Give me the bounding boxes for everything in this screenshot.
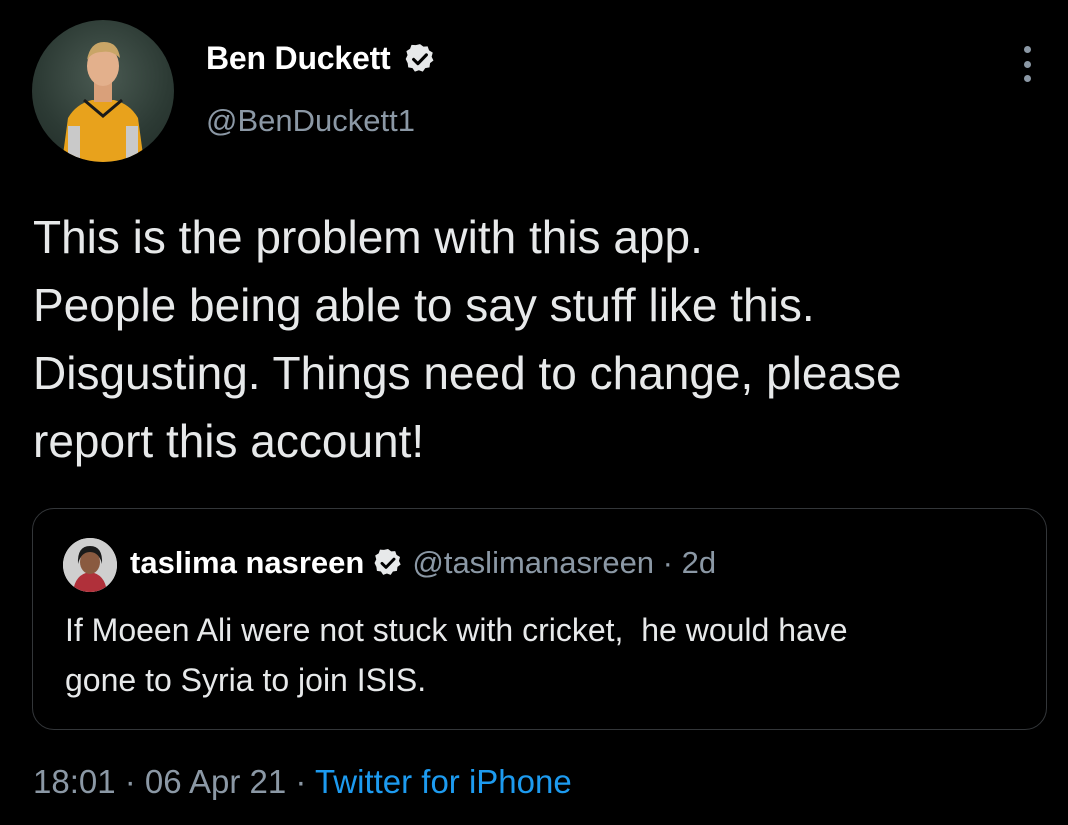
tweet-line: Disgusting. Things need to change, pleas… — [33, 347, 902, 399]
author-handle[interactable]: @BenDuckett1 — [206, 103, 415, 139]
tweet-meta: 18:01 · 06 Apr 21 · Twitter for iPhone — [33, 763, 572, 801]
more-dot — [1023, 46, 1031, 53]
quoted-author-avatar[interactable] — [63, 538, 117, 592]
more-options-icon[interactable] — [1013, 44, 1041, 84]
tweet-time[interactable]: 18:01 — [33, 763, 116, 800]
quoted-tweet-card[interactable]: taslima nasreen @taslimanasreen · 2d If … — [32, 508, 1047, 730]
quoted-handle-text: @taslimanasreen — [412, 545, 655, 580]
quoted-line: If Moeen Ali were not stuck with cricket… — [65, 612, 848, 648]
meta-separator: · — [115, 763, 145, 800]
quoted-line: gone to Syria to join ISIS. — [65, 662, 427, 698]
avatar-image — [62, 42, 144, 162]
quoted-avatar-image — [63, 538, 117, 592]
tweet-line: report this account! — [33, 415, 425, 467]
author-name-row: Ben Duckett — [206, 40, 437, 77]
author-display-name[interactable]: Ben Duckett — [206, 40, 391, 77]
meta-separator: · — [286, 763, 315, 800]
quoted-separator: · — [654, 545, 682, 580]
verified-badge-icon — [403, 42, 437, 76]
quoted-display-name[interactable]: taslima nasreen — [130, 545, 364, 581]
tweet-date[interactable]: 06 Apr 21 — [145, 763, 286, 800]
quoted-header: taslima nasreen @taslimanasreen · 2d — [130, 545, 716, 581]
more-dot — [1023, 75, 1031, 82]
tweet-line: This is the problem with this app. — [33, 211, 703, 263]
verified-badge-icon — [372, 547, 404, 579]
quoted-text: If Moeen Ali were not stuck with cricket… — [65, 605, 1025, 705]
tweet-line: People being able to say stuff like this… — [33, 279, 815, 331]
tweet-source-link[interactable]: Twitter for iPhone — [315, 763, 572, 800]
quoted-handle[interactable]: @taslimanasreen · 2d — [412, 545, 716, 581]
quoted-age: 2d — [681, 545, 717, 580]
tweet-text: This is the problem with this app. Peopl… — [33, 203, 1053, 475]
author-avatar[interactable] — [32, 20, 174, 162]
more-dot — [1023, 60, 1031, 68]
